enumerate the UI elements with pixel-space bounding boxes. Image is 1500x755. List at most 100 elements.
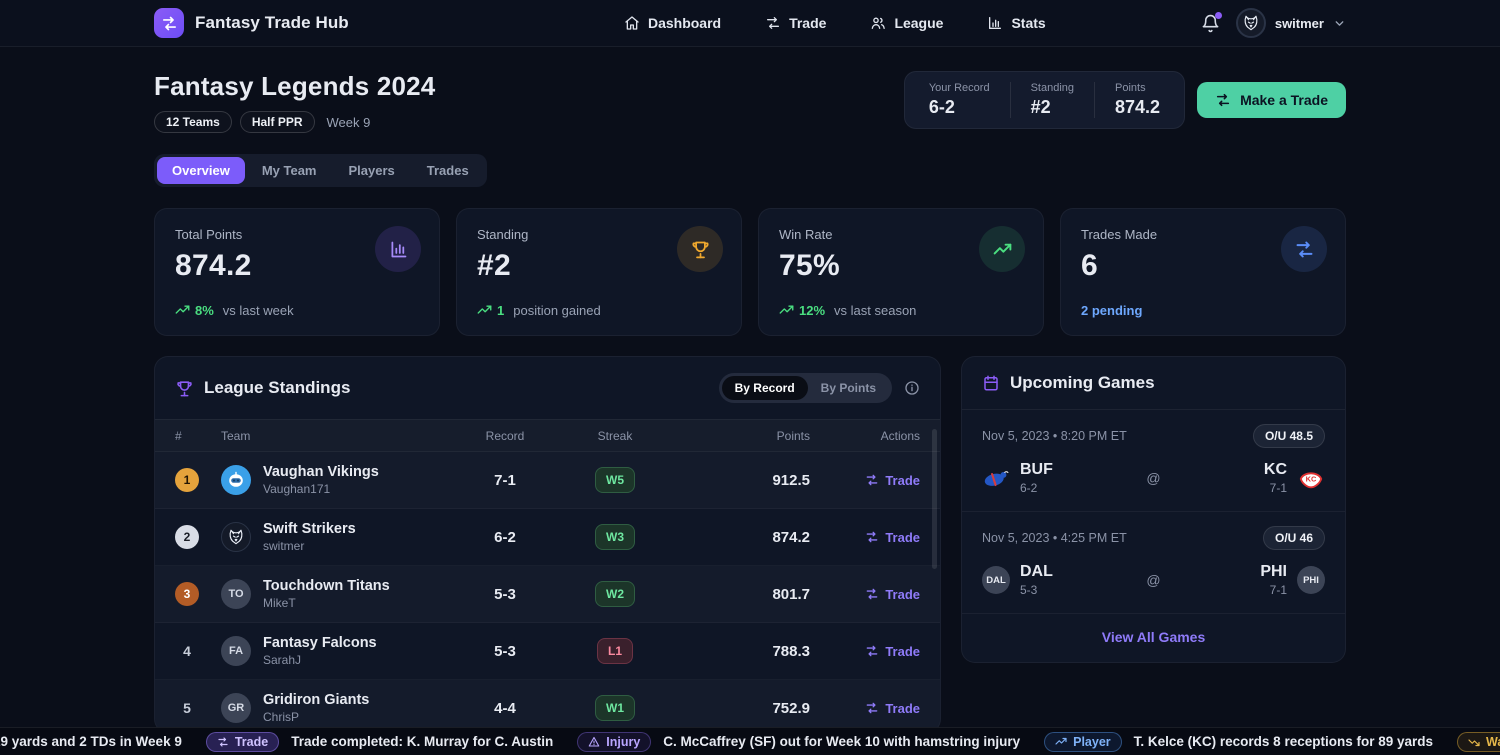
streak-cell: W3 [560,524,670,550]
team-info: Gridiron Giants ChrisP [263,692,369,724]
record-value: 7-1 [450,472,560,489]
nav-item-league[interactable]: League [870,15,943,31]
stat-value: #2 [1031,97,1074,118]
view-tabs: Overview My Team Players Trades [154,154,487,187]
points-value: 801.7 [670,586,810,603]
tab-overview[interactable]: Overview [157,157,245,184]
team-initials-avatar: FA [221,636,251,666]
points-value: 874.2 [670,529,810,546]
streak-badge: W3 [595,524,635,550]
trend-up-icon: 1 [477,303,504,318]
record-value: 4-4 [450,700,560,717]
col-streak: Streak [560,429,670,443]
info-icon[interactable] [904,380,920,396]
notification-dot [1215,12,1222,19]
trend-text: position gained [513,303,600,318]
team-name: Vaughan Vikings [263,464,379,480]
stat-label: Points [1115,82,1160,94]
page-title: Fantasy Legends 2024 [154,71,435,102]
scrollbar-thumb[interactable] [932,429,937,569]
ticker-text: Trade completed: K. Murray for C. Austin [291,734,553,749]
news-ticker: 19 yards and 2 TDs in Week 9 Trade Trade… [0,727,1500,755]
nav-item-stats[interactable]: Stats [987,15,1045,31]
tab-trades[interactable]: Trades [412,157,484,184]
trend-value: 8% [195,303,214,318]
nav-label: Stats [1011,15,1045,31]
brand[interactable]: Fantasy Trade Hub [154,8,349,38]
team-info: Touchdown Titans MikeT [263,578,390,610]
trend-row: 12% vs last season [779,303,1023,318]
team-cell: Swift Strikers switmer [221,521,450,553]
swap-icon [1281,226,1327,272]
vikings-mascot-avatar [221,465,251,495]
trade-label: Trade [885,587,920,602]
points-value: 912.5 [670,472,810,489]
panel-title-text: Upcoming Games [1010,373,1155,393]
team-text: DAL 5-3 [1020,563,1053,597]
over-under-badge: O/U 46 [1263,526,1325,550]
ticker-text: C. McCaffrey (SF) out for Week 10 with h… [663,734,1020,749]
ticker-item: Injury C. McCaffrey (SF) out for Week 10… [577,732,1020,752]
team-info: Swift Strikers switmer [263,521,356,553]
trade-label: Trade [885,530,920,545]
make-a-trade-button[interactable]: Make a Trade [1197,82,1346,118]
trade-button[interactable]: Trade [865,530,920,545]
game-meta: Nov 5, 2023 • 8:20 PM ET O/U 48.5 [982,424,1325,448]
sort-by-record[interactable]: By Record [722,376,808,400]
trending-up-icon [979,226,1025,272]
trade-button[interactable]: Trade [865,587,920,602]
record-value: 5-3 [450,643,560,660]
sort-by-points[interactable]: By Points [808,376,889,400]
sort-toggle-group: By Record By Points [719,373,920,403]
tab-my-team[interactable]: My Team [247,157,332,184]
game-teams: BUF 6-2 @ KC 7-1 KC [982,461,1325,495]
content-grid: League Standings By Record By Points # T… [154,356,1346,733]
team-owner: ChrisP [263,710,369,724]
player-badge: Player [1044,732,1122,752]
stat-value: 6-2 [929,97,990,118]
action-cell: Trade [810,473,920,488]
badge-label: Player [1073,735,1111,749]
action-cell: Trade [810,530,920,545]
ticker-text: 19 yards and 2 TDs in Week 9 [0,734,182,749]
notifications-bell-icon[interactable] [1201,14,1220,33]
trade-button[interactable]: Trade [865,701,920,716]
rank-number: 5 [175,696,199,720]
nav-label: Trade [789,15,826,31]
nav-item-dashboard[interactable]: Dashboard [624,15,721,31]
table-row: 2 Swift Strikers switmer 6-2 W3 874.2 [155,509,940,566]
tab-players[interactable]: Players [334,157,410,184]
user-menu[interactable]: switmer [1236,8,1346,38]
trend-up-icon: 8% [175,303,214,318]
scoring-badge: Half PPR [240,111,315,133]
svg-text:KC: KC [1306,475,1317,484]
ticker-text: T. Kelce (KC) records 8 receptions for 8… [1134,734,1433,749]
nav-item-trade[interactable]: Trade [765,15,826,31]
stat-label: Standing [1031,82,1074,94]
pending-trades-note[interactable]: 2 pending [1081,303,1325,318]
team-owner: MikeT [263,596,390,610]
ticker-item: Waiver D. Hopkins claimed off waivers [1457,732,1500,752]
team-name: Gridiron Giants [263,692,369,708]
col-actions: Actions [810,429,920,443]
game-date: Nov 5, 2023 • 4:25 PM ET [982,531,1127,545]
standings-header: League Standings By Record By Points [155,357,940,419]
brand-swap-icon [154,8,184,38]
game-date: Nov 5, 2023 • 8:20 PM ET [982,429,1127,443]
trade-badge: Trade [206,732,279,752]
nav-right: switmer [1201,8,1346,38]
team-record: 5-3 [1020,583,1053,597]
swap-icon [1215,92,1231,108]
trade-button[interactable]: Trade [865,473,920,488]
cowboys-logo: DAL [982,566,1010,594]
nav-label: League [894,15,943,31]
username: switmer [1275,16,1324,31]
streak-cell: W2 [560,581,670,607]
action-cell: Trade [810,644,920,659]
team-initials-avatar: TO [221,579,251,609]
trend-row: 8% vs last week [175,303,419,318]
trade-button[interactable]: Trade [865,644,920,659]
view-all-games-link[interactable]: View All Games [1102,629,1206,645]
swap-icon [765,15,781,31]
button-label: Make a Trade [1240,92,1328,108]
